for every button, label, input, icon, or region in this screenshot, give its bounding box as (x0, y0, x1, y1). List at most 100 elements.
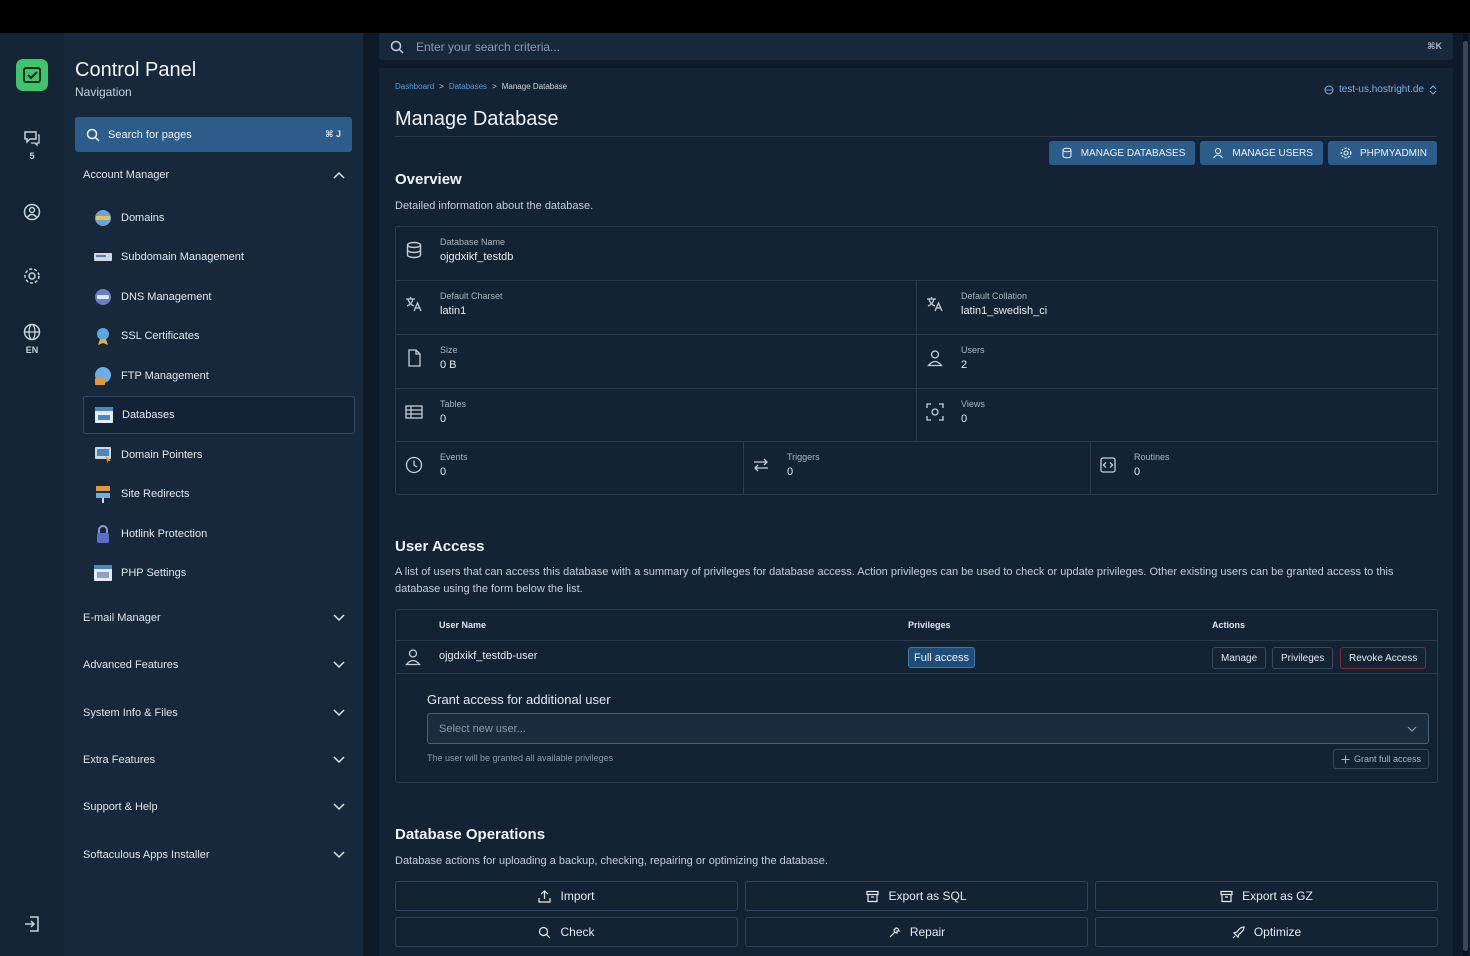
grant-full-access-button[interactable]: Grant full access (1332, 749, 1429, 769)
section-support-help[interactable]: Support & Help (83, 795, 345, 819)
export-sql-button[interactable]: Export as SQL (745, 881, 1088, 911)
file-icon (404, 348, 424, 368)
sidebar: Control Panel Navigation Search for page… (64, 33, 363, 956)
redirect-icon (93, 484, 113, 504)
section-label: Advanced Features (83, 659, 179, 671)
page-title: Manage Database (395, 108, 559, 130)
section-label: System Info & Files (83, 707, 178, 719)
manage-button[interactable]: Manage (1212, 647, 1267, 669)
page-search-button[interactable]: Search for pages ⌘ J (75, 117, 352, 152)
page-search-label: Search for pages (108, 128, 192, 141)
sidebar-item-label: Site Redirects (121, 488, 190, 500)
rail-language[interactable]: EN (0, 323, 64, 355)
button-label: MANAGE DATABASES (1080, 147, 1186, 159)
repair-button[interactable]: Repair (745, 917, 1088, 947)
chevron-up-icon (333, 171, 345, 179)
button-label: PHPMYADMIN (1359, 147, 1427, 159)
button-label: MANAGE USERS (1232, 147, 1313, 159)
overview-routines: Routines 0 (1098, 452, 1170, 478)
user-access-title: User Access (395, 538, 485, 555)
search-input[interactable]: Enter your search criteria... (416, 40, 1427, 54)
rail-settings[interactable] (0, 267, 64, 285)
sidebar-item-label: Domains (121, 212, 165, 224)
export-gz-button[interactable]: Export as GZ (1095, 881, 1438, 911)
rail-chat[interactable]: 5 (0, 129, 64, 161)
search-icon (86, 128, 100, 142)
phpmyadmin-button[interactable]: PHPMYADMIN (1327, 141, 1437, 165)
sidebar-item-domain-pointers[interactable]: Domain Pointers (83, 436, 355, 474)
sidebar-item-ftp-management[interactable]: FTP Management (83, 357, 355, 395)
php-icon (93, 563, 113, 583)
upload-icon (538, 889, 552, 903)
main-area: Enter your search criteria... ⌘K Dashboa… (363, 33, 1470, 956)
revoke-access-button[interactable]: Revoke Access (1340, 647, 1427, 669)
archive-icon (1220, 890, 1233, 902)
scrollbar[interactable] (1463, 33, 1468, 956)
privilege-badge: Full access (908, 647, 976, 668)
scrollbar-thumb[interactable] (1463, 41, 1468, 951)
rail-logout[interactable] (0, 915, 64, 933)
privileges-button[interactable]: Privileges (1272, 647, 1334, 669)
overview-grid: Database Name ojgdxikf_testdb Default Cha… (395, 226, 1438, 495)
translate-icon (404, 294, 424, 314)
title-divider (395, 136, 1437, 137)
overview-triggers: Triggers 0 (751, 452, 820, 478)
optimize-button[interactable]: Optimize (1095, 917, 1438, 947)
section-label: Support & Help (83, 801, 158, 813)
sidebar-item-domains[interactable]: Domains (83, 199, 355, 237)
breadcrumb-databases[interactable]: Databases (449, 82, 487, 91)
sidebar-item-subdomain-management[interactable]: Subdomain Management (83, 238, 355, 276)
sidebar-item-dns-management[interactable]: DNS Management (83, 278, 355, 316)
col-user-name: User Name (439, 620, 487, 630)
overview-collation: Default Collation latin1_swedish_ci (925, 291, 1047, 317)
sidebar-item-hotlink-protection[interactable]: Hotlink Protection (83, 515, 355, 553)
grant-access-title: Grant access for additional user (427, 692, 611, 707)
overview-size: Size 0 B (404, 345, 458, 371)
chevron-down-icon (1407, 726, 1417, 732)
section-email-manager[interactable]: E-mail Manager (83, 606, 345, 630)
import-button[interactable]: Import (395, 881, 738, 911)
top-black-bar (0, 0, 1470, 33)
database-icon (1062, 147, 1072, 159)
global-search[interactable]: Enter your search criteria... ⌘K (379, 33, 1453, 60)
page-search-shortcut: ⌘ J (325, 129, 341, 139)
rocket-icon (1232, 925, 1245, 938)
breadcrumb-sep: > (492, 82, 497, 91)
icon-rail: 5 EN (0, 33, 64, 956)
user-access-table: User Name Privileges Actions ojgdxikf_te… (395, 609, 1438, 783)
sidebar-item-ssl-certificates[interactable]: SSL Certificates (83, 317, 355, 355)
section-softaculous[interactable]: Softaculous Apps Installer (83, 843, 345, 867)
page-actions: MANAGE DATABASES MANAGE USERS PHPMYADMIN (1048, 141, 1437, 165)
domains-icon (93, 208, 113, 228)
manage-users-button[interactable]: MANAGE USERS (1200, 141, 1323, 165)
section-advanced-features[interactable]: Advanced Features (83, 653, 345, 677)
chat-icon (24, 131, 40, 147)
check-button[interactable]: Check (395, 917, 738, 947)
content-panel: Dashboard > Databases > Manage Database … (379, 68, 1453, 956)
host-selector[interactable]: test-us.hostright.de (1324, 84, 1437, 95)
manage-databases-button[interactable]: MANAGE DATABASES (1048, 141, 1196, 165)
button-label: Export as SQL (888, 889, 967, 903)
database-icon (404, 240, 424, 260)
user-select[interactable]: Select new user... (427, 713, 1429, 744)
host-label: test-us.hostright.de (1338, 84, 1424, 95)
breadcrumb-sep: > (439, 82, 444, 91)
breadcrumb-dashboard[interactable]: Dashboard (395, 82, 434, 91)
overview-db-name: Database Name ojgdxikf_testdb (404, 237, 513, 263)
section-label: Extra Features (83, 754, 156, 766)
section-account-manager[interactable]: Account Manager (83, 163, 345, 187)
button-label: Repair (909, 925, 946, 939)
app-logo[interactable] (16, 59, 48, 91)
button-label: Grant full access (1353, 754, 1421, 764)
sidebar-item-databases[interactable]: Databases (83, 396, 355, 434)
sidebar-item-php-settings[interactable]: PHP Settings (83, 554, 355, 592)
ftp-icon (93, 366, 113, 386)
logout-icon (25, 916, 39, 932)
sidebar-item-site-redirects[interactable]: Site Redirects (83, 475, 355, 513)
user-select-placeholder: Select new user... (439, 722, 526, 735)
wrench-icon (889, 926, 900, 937)
section-extra-features[interactable]: Extra Features (83, 748, 345, 772)
rail-account[interactable] (0, 203, 64, 221)
overview-views: Views 0 (925, 399, 985, 425)
section-system-info[interactable]: System Info & Files (83, 701, 345, 725)
